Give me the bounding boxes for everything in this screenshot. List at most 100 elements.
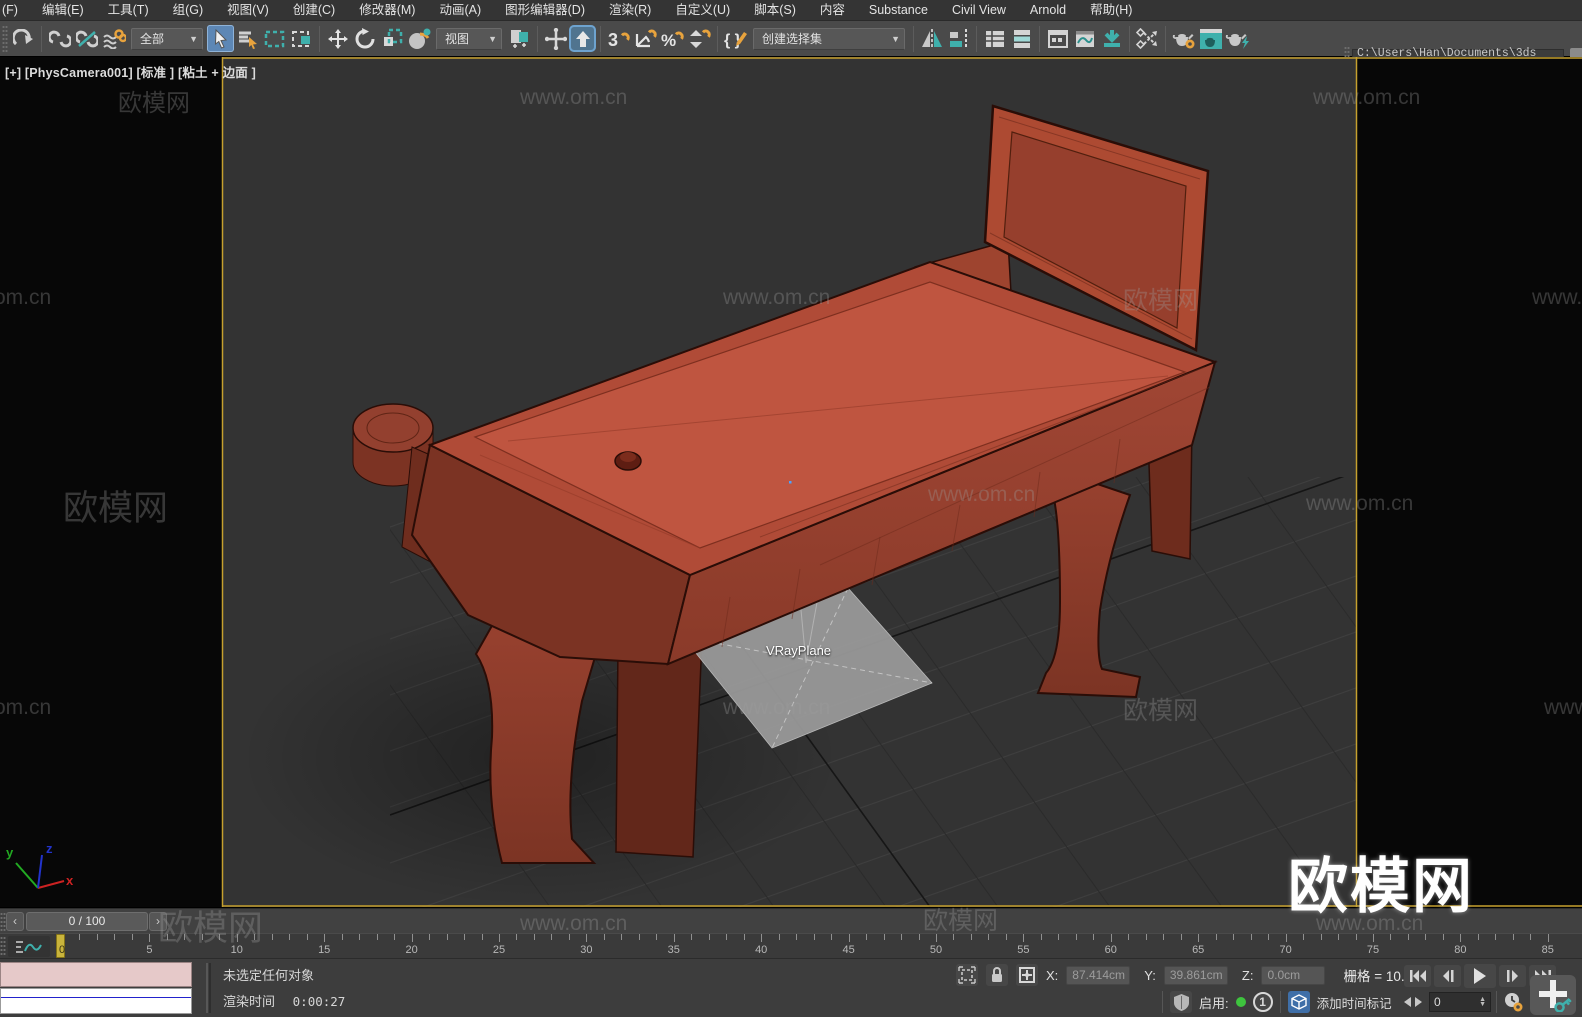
select-and-link-icon[interactable] <box>46 25 73 52</box>
render-production-button[interactable] <box>1224 25 1251 52</box>
time-slider-value[interactable]: 0 / 100 <box>26 912 148 931</box>
transform-typein-mode-icon[interactable] <box>1016 964 1038 986</box>
toggle-layer-explorer-button[interactable] <box>1008 25 1035 52</box>
maxscript-macro-recorder[interactable] <box>0 962 192 987</box>
menu-item-15[interactable]: Arnold <box>1018 0 1078 21</box>
window-crossing-toggle-button[interactable] <box>288 25 315 52</box>
select-and-rotate-button[interactable] <box>351 25 378 52</box>
ruler-frame-label: 50 <box>929 944 943 956</box>
viewport-canvas[interactable]: x y z <box>0 57 1582 907</box>
select-and-place-button[interactable] <box>405 25 432 52</box>
align-button[interactable] <box>945 25 972 52</box>
render-setup-button[interactable] <box>1170 25 1197 52</box>
coord-y-field[interactable]: 39.861cm <box>1163 965 1228 985</box>
menu-item-16[interactable]: 帮助(H) <box>1078 0 1144 21</box>
menu-item-10[interactable]: 自定义(U) <box>663 0 742 21</box>
ruler-tick <box>778 934 780 940</box>
use-pivot-center-button[interactable] <box>506 25 533 52</box>
menu-item-0[interactable]: (F) <box>0 0 30 21</box>
one-indicator-icon[interactable]: 1 <box>1252 992 1273 1012</box>
rendered-frame-window-button[interactable] <box>1197 25 1224 52</box>
menu-item-14[interactable]: Civil View <box>940 0 1018 21</box>
ruler-tick <box>114 934 116 940</box>
spinner-snap-toggle-button[interactable] <box>686 25 713 52</box>
menu-item-11[interactable]: 脚本(S) <box>742 0 808 21</box>
ruler-tick <box>673 934 675 942</box>
ruler-tick <box>1163 934 1165 940</box>
percent-snap-toggle-button[interactable]: % <box>659 25 686 52</box>
viewport-label[interactable]: [+] [PhysCamera001] [标准 ] [粘土 + 边面 ] <box>5 62 256 81</box>
menu-item-4[interactable]: 视图(V) <box>215 0 281 21</box>
track-bar[interactable]: 0 5 10 15 20 25 30 35 40 45 50 55 60 65 70 75 80 85 <box>0 933 1582 958</box>
selection-filter-dropdown[interactable]: 全部 ▼ <box>131 27 203 50</box>
previous-frame-button[interactable] <box>1434 965 1461 987</box>
angle-snap-toggle-button[interactable] <box>632 25 659 52</box>
unlink-selection-icon[interactable] <box>73 25 100 52</box>
redo-button[interactable] <box>10 25 37 52</box>
minimize-ribbon-button[interactable] <box>1098 25 1125 52</box>
bind-to-spacewarp-icon[interactable] <box>100 25 127 52</box>
menu-item-3[interactable]: 组(G) <box>161 0 216 21</box>
ruler-tick <box>1023 934 1025 942</box>
menu-item-12[interactable]: 内容 <box>808 0 857 21</box>
select-and-move-button[interactable] <box>324 25 351 52</box>
select-and-scale-button[interactable] <box>378 25 405 52</box>
go-to-start-button[interactable] <box>1404 965 1431 987</box>
listener-splitter[interactable] <box>206 963 211 1013</box>
select-object-button[interactable] <box>207 25 234 52</box>
snap-toggle-3d-button[interactable]: 3 <box>605 25 632 52</box>
select-and-manipulate-button[interactable] <box>542 25 569 52</box>
coord-z-field[interactable]: 0.0cm <box>1261 965 1326 985</box>
ruler-tick <box>1093 934 1095 940</box>
coord-x-field[interactable]: 87.414cm <box>1066 965 1131 985</box>
selection-lock-icon[interactable] <box>986 964 1008 986</box>
menu-item-6[interactable]: 修改器(M) <box>347 0 427 21</box>
ruler-tick <box>516 934 518 940</box>
ruler-tick <box>254 934 256 940</box>
menu-item-5[interactable]: 创建(C) <box>281 0 347 21</box>
schematic-view-button[interactable] <box>1134 25 1161 52</box>
ruler-tick <box>1040 934 1042 940</box>
play-button[interactable] <box>1464 964 1496 988</box>
key-mode-toggle[interactable] <box>1402 991 1424 1013</box>
toggle-ribbon-button[interactable] <box>1044 25 1071 52</box>
menu-item-9[interactable]: 渲染(R) <box>597 0 663 21</box>
ruler-tick <box>831 934 833 940</box>
previous-frame-scrub-button[interactable]: ‹ <box>6 912 24 931</box>
rectangular-selection-region-button[interactable] <box>261 25 288 52</box>
add-time-tag-label[interactable]: 添加时间标记 <box>1317 993 1392 1012</box>
3dsmax-window: { "menu": { "items": ["(F)","编辑(E)","工具(… <box>0 0 1582 1017</box>
set-key-button[interactable] <box>1530 975 1576 1015</box>
mini-curve-editor-button[interactable] <box>8 936 50 957</box>
reference-coordinate-dropdown[interactable]: 视图 ▼ <box>436 27 502 50</box>
next-frame-button[interactable] <box>1499 965 1526 987</box>
mirror-button[interactable] <box>918 25 945 52</box>
coordinate-row: X: 87.414cm Y: 39.861cm Z: 0.0cm 栅格 = 10… <box>956 964 1430 986</box>
menu-bar: (F) 编辑(E) 工具(T) 组(G) 视图(V) 创建(C) 修改器(M) 动画(A) 图形… <box>0 0 1582 21</box>
keyboard-shortcut-override-toggle[interactable] <box>569 25 596 52</box>
isolate-selection-icon[interactable] <box>956 964 978 986</box>
toolbar-drag-handle[interactable] <box>2 24 8 53</box>
shield-icon[interactable] <box>1170 991 1192 1013</box>
menu-item-7[interactable]: 动画(A) <box>427 0 493 21</box>
current-frame-field[interactable]: 0 ▲ ▼ <box>1429 992 1491 1012</box>
viewport[interactable]: x y z [+] [PhysCamera001] [标准 ] [粘土 + 边面… <box>0 57 1582 907</box>
select-by-name-button[interactable] <box>234 25 261 52</box>
menu-item-13[interactable]: Substance <box>857 0 940 21</box>
maxscript-mini-listener[interactable] <box>0 988 192 1014</box>
named-selection-sets-dropdown[interactable]: 创建选择集 ▼ <box>753 27 905 50</box>
ruler-tick <box>1547 934 1549 942</box>
toggle-scene-explorer-button[interactable] <box>981 25 1008 52</box>
menu-item-2[interactable]: 工具(T) <box>96 0 161 21</box>
curve-editor-button[interactable] <box>1071 25 1098 52</box>
time-tag-cube-icon[interactable] <box>1287 991 1310 1013</box>
edit-named-selection-sets-button[interactable]: { } <box>722 25 749 52</box>
time-configuration-button[interactable] <box>1502 991 1524 1013</box>
ruler-tick <box>1390 934 1392 940</box>
menu-item-1[interactable]: 编辑(E) <box>30 0 96 21</box>
next-frame-scrub-button[interactable]: › <box>149 912 167 931</box>
dropdown-arrow-icon: ▼ <box>488 33 497 44</box>
frame-spinner[interactable]: ▲ ▼ <box>1479 996 1486 1008</box>
menu-item-8[interactable]: 图形编辑器(D) <box>493 0 597 21</box>
trackbar-drag-handle[interactable] <box>0 936 6 956</box>
